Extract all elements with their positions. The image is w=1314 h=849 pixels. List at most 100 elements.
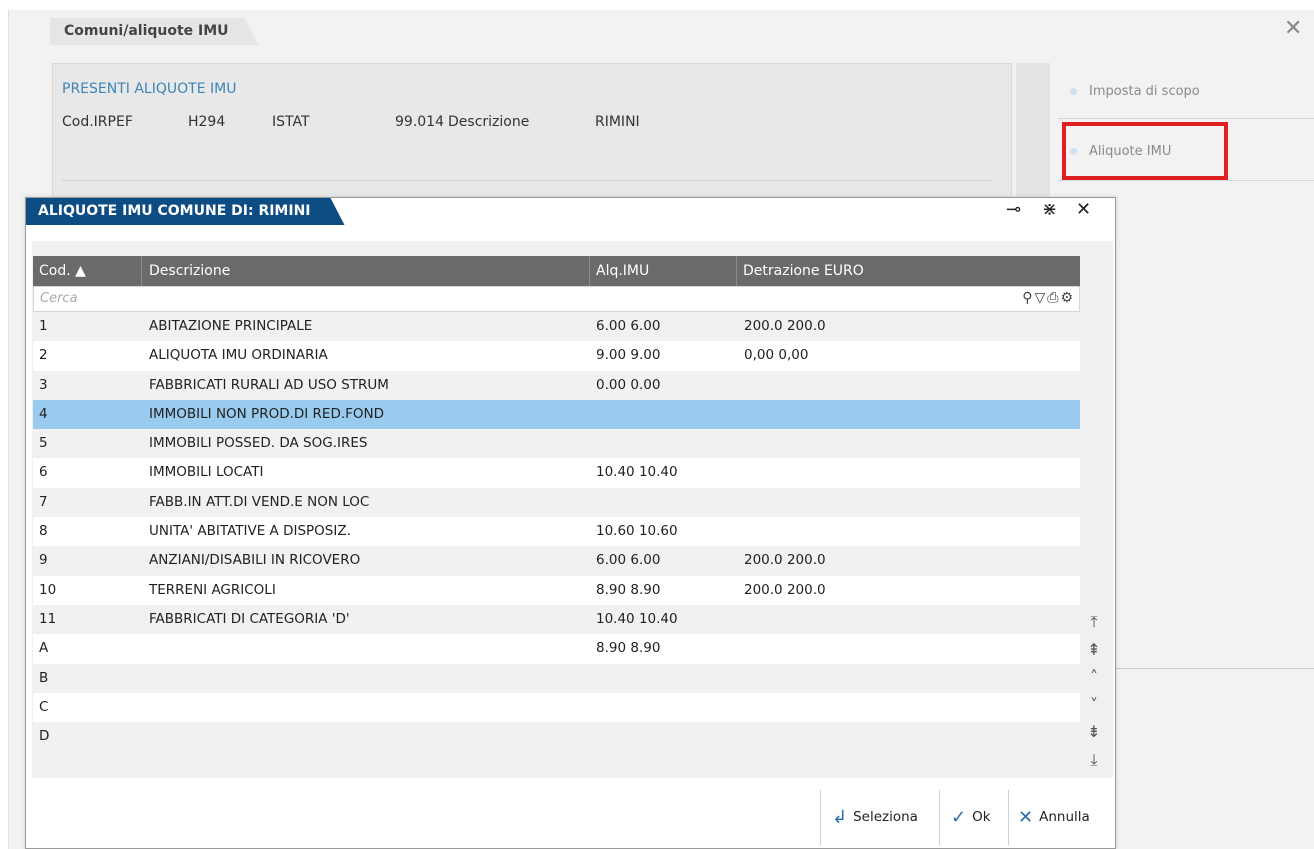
cell-cod: C xyxy=(39,698,49,715)
background-tab-title[interactable]: Comuni/aliquote IMU xyxy=(50,18,259,45)
filter-icon[interactable]: ▽ xyxy=(1034,290,1047,306)
scroll-down-icon[interactable]: ˅ xyxy=(1082,691,1106,719)
cell-alq-imu: 10.40 10.40 xyxy=(596,610,678,627)
table-row[interactable]: B xyxy=(33,663,1080,693)
grid-rows: 1 ABITAZIONE PRINCIPALE 6.00 6.00 200.0 200… xyxy=(33,312,1080,752)
page-up-icon[interactable]: ⇞ xyxy=(1082,636,1106,664)
table-row[interactable]: D xyxy=(33,722,1080,752)
cell-descrizione: IMMOBILI NON PROD.DI RED.FOND xyxy=(149,405,385,422)
cell-alq-imu: 8.90 8.90 xyxy=(596,640,661,657)
descrizione-value: RIMINI xyxy=(595,114,640,130)
cell-descrizione: FABB.IN ATT.DI VEND.E NON LOC xyxy=(149,493,370,510)
cell-cod: 9 xyxy=(39,552,48,569)
scroll-up-icon[interactable]: ˄ xyxy=(1082,663,1106,691)
cell-cod: 4 xyxy=(39,405,48,422)
gear-icon[interactable]: ⚙ xyxy=(1060,290,1075,306)
table-row[interactable]: A 8.90 8.90 xyxy=(33,634,1080,664)
search-icon[interactable]: ⚲ xyxy=(1022,290,1034,306)
cell-cod: 6 xyxy=(39,464,48,481)
annulla-button[interactable]: ✕ Annulla xyxy=(1018,803,1090,831)
cell-descrizione: IMMOBILI POSSED. DA SOG.IRES xyxy=(149,435,368,452)
column-header-cod[interactable]: Cod. ▲ xyxy=(33,256,142,286)
divider xyxy=(1058,118,1314,119)
table-row[interactable]: 11 FABBRICATI DI CATEGORIA 'D' 10.40 10.40 xyxy=(33,604,1080,635)
close-icon[interactable]: ✕ xyxy=(1284,18,1302,40)
page-down-icon[interactable]: ⇟ xyxy=(1082,718,1106,746)
cell-cod: A xyxy=(39,640,49,657)
ok-button[interactable]: ✓ Ok xyxy=(951,803,991,831)
enter-icon: ↲ xyxy=(832,807,848,828)
cell-cod: 8 xyxy=(39,523,48,540)
column-header-detrazione[interactable]: Detrazione EURO xyxy=(737,256,1080,286)
table-row[interactable]: 6 IMMOBILI LOCATI 10.40 10.40 xyxy=(33,458,1080,488)
table-row[interactable]: 2 ALIQUOTA IMU ORDINARIA 9.00 9.00 0,00 0,0… xyxy=(33,341,1080,371)
table-row[interactable]: 8 UNITA' ABITATIVE A DISPOSIZ. 10.60 10.60 xyxy=(33,517,1080,547)
cell-detrazione: 0,00 0,00 xyxy=(744,347,809,364)
search-input[interactable]: Cerca xyxy=(40,291,78,306)
divider xyxy=(1008,790,1009,845)
grid-header: Cod. ▲ Descrizione Alq.IMU Detrazione EU… xyxy=(33,256,1080,286)
cell-descrizione: UNITA' ABITATIVE A DISPOSIZ. xyxy=(149,523,351,540)
cell-alq-imu: 10.60 10.60 xyxy=(596,523,678,540)
cell-cod: 3 xyxy=(39,376,48,393)
annulla-label: Annulla xyxy=(1039,809,1090,825)
istat-value: 99.014 xyxy=(395,114,444,130)
table-row[interactable]: C xyxy=(33,692,1080,723)
cell-descrizione: TERRENI AGRICOLI xyxy=(149,581,276,598)
divider xyxy=(1058,180,1314,181)
istat-label: ISTAT xyxy=(272,114,310,130)
cell-alq-imu: 0.00 0.00 xyxy=(596,376,661,393)
close-icon[interactable]: ✕ xyxy=(1076,200,1091,220)
table-row[interactable]: 10 TERRENI AGRICOLI 8.90 8.90 200.0 200.0 xyxy=(33,575,1080,605)
cell-descrizione: FABBRICATI RURALI AD USO STRUM xyxy=(149,376,389,393)
bullet-icon xyxy=(1070,88,1077,95)
cell-alq-imu: 9.00 9.00 xyxy=(596,347,661,364)
table-row[interactable]: 7 FABB.IN ATT.DI VEND.E NON LOC xyxy=(33,487,1080,518)
dialog-title: ALIQUOTE IMU COMUNE DI: RIMINI xyxy=(26,198,345,225)
close-icon: ✕ xyxy=(1018,807,1034,828)
check-icon: ✓ xyxy=(951,807,967,828)
table-row[interactable]: 5 IMMOBILI POSSED. DA SOG.IRES xyxy=(33,429,1080,459)
ok-label: Ok xyxy=(972,809,991,825)
cell-cod: B xyxy=(39,669,49,686)
collapse-icon[interactable]: ⋇ xyxy=(1042,200,1057,220)
pin-icon[interactable]: ⊸ xyxy=(1006,200,1021,220)
cell-alq-imu: 6.00 6.00 xyxy=(596,552,661,569)
seleziona-button[interactable]: ↲ Seleziona xyxy=(832,803,918,831)
table-row[interactable]: 9 ANZIANI/DISABILI IN RICOVERO 6.00 6.00 20… xyxy=(33,546,1080,576)
cell-cod: 2 xyxy=(39,347,48,364)
print-icon[interactable]: ⎙ xyxy=(1047,290,1060,306)
table-row[interactable]: 1 ABITAZIONE PRINCIPALE 6.00 6.00 200.0 200… xyxy=(33,312,1080,342)
descrizione-label: Descrizione xyxy=(448,114,530,130)
seleziona-label: Seleziona xyxy=(853,809,918,825)
cell-cod: 11 xyxy=(39,610,57,627)
scroll-bottom-icon[interactable]: ⤓ xyxy=(1082,746,1106,774)
cell-descrizione: ANZIANI/DISABILI IN RICOVERO xyxy=(149,552,361,569)
cell-cod: 5 xyxy=(39,435,48,452)
cell-descrizione: ABITAZIONE PRINCIPALE xyxy=(149,318,313,334)
cell-detrazione: 200.0 200.0 xyxy=(744,552,826,569)
scroll-top-icon[interactable]: ⤒ xyxy=(1082,608,1106,636)
table-row[interactable]: 4 IMMOBILI NON PROD.DI RED.FOND xyxy=(33,399,1080,430)
cod-irpef-value: H294 xyxy=(188,114,226,130)
divider xyxy=(1116,668,1314,669)
cod-irpef-label: Cod.IRPEF xyxy=(62,114,133,130)
cell-descrizione: ALIQUOTA IMU ORDINARIA xyxy=(149,347,328,364)
scroll-buttons: ⤒ ⇞ ˄ ˅ ⇟ ⤓ xyxy=(1082,608,1106,773)
column-header-alq-imu[interactable]: Alq.IMU xyxy=(590,256,737,286)
column-header-descrizione[interactable]: Descrizione xyxy=(143,256,590,286)
side-item-imposta-di-scopo[interactable]: Imposta di scopo xyxy=(1070,84,1200,99)
cell-detrazione: 200.0 200.0 xyxy=(744,581,826,598)
cell-cod: 10 xyxy=(39,581,57,598)
cell-alq-imu: 8.90 8.90 xyxy=(596,581,661,598)
side-item-label: Imposta di scopo xyxy=(1089,84,1200,99)
aliquote-dialog: ALIQUOTE IMU COMUNE DI: RIMINI ⊸ ⋇ ✕ Cod… xyxy=(25,197,1116,849)
cell-alq-imu: 10.40 10.40 xyxy=(596,464,678,481)
cell-cod: D xyxy=(39,728,50,745)
cell-descrizione: FABBRICATI DI CATEGORIA 'D' xyxy=(149,610,350,627)
cell-alq-imu: 6.00 6.00 xyxy=(596,318,661,334)
divider xyxy=(820,790,821,845)
table-row[interactable]: 3 FABBRICATI RURALI AD USO STRUM 0.00 0.00 xyxy=(33,370,1080,400)
cell-cod: 7 xyxy=(39,493,48,510)
search-row[interactable]: Cerca ⚲▽⎙⚙ xyxy=(33,286,1080,312)
